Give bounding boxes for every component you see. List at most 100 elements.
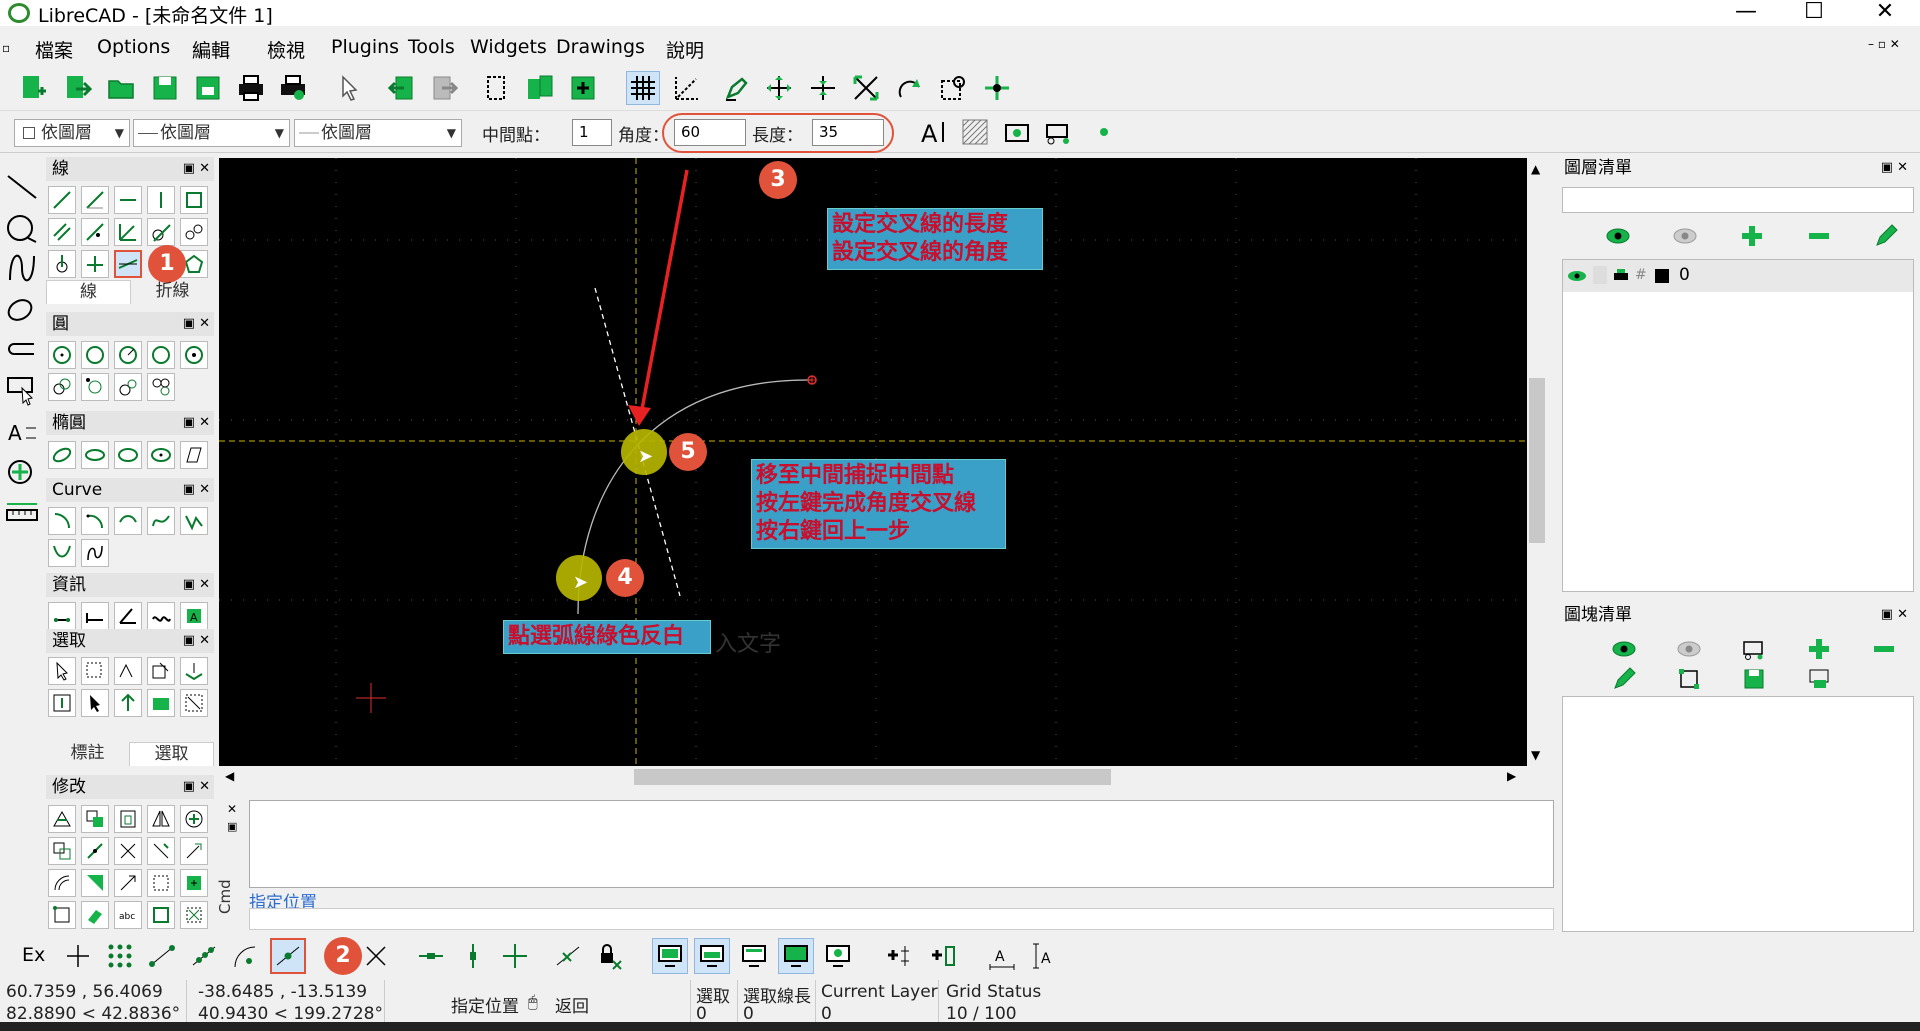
- redo-icon[interactable]: [428, 71, 462, 105]
- menu-file[interactable]: 檔案: [35, 36, 73, 63]
- polyline-category-icon[interactable]: [4, 332, 42, 368]
- line-parallel-through-icon[interactable]: [81, 218, 109, 246]
- line-2points-icon[interactable]: [48, 186, 76, 214]
- add-layer-icon[interactable]: [1735, 221, 1769, 251]
- entity-text-icon[interactable]: [147, 901, 175, 929]
- line-rel-angle-icon[interactable]: [114, 250, 142, 278]
- layer-color-swatch[interactable]: [1655, 269, 1669, 283]
- line-horizontal-icon[interactable]: [114, 186, 142, 214]
- menu-view[interactable]: 檢視: [267, 36, 305, 63]
- edit-block-icon[interactable]: [1672, 664, 1706, 694]
- rotate2-icon[interactable]: [48, 837, 76, 865]
- line-vertical-icon[interactable]: [147, 186, 175, 214]
- view-display-1-icon[interactable]: [652, 938, 688, 974]
- save-as-icon[interactable]: [191, 71, 225, 105]
- curve-category-icon[interactable]: [4, 250, 42, 286]
- circle-tangent-radius-icon[interactable]: [114, 373, 142, 401]
- scale-icon[interactable]: [114, 805, 142, 833]
- mirror-icon[interactable]: [147, 805, 175, 833]
- distance-icon[interactable]: [48, 602, 76, 630]
- arc-3points-icon[interactable]: [81, 507, 109, 535]
- restrict-vertical-icon[interactable]: [455, 938, 491, 974]
- ellipse-axis-icon[interactable]: [48, 441, 76, 469]
- lengthen-icon[interactable]: [147, 837, 175, 865]
- circle-center-point-icon[interactable]: [48, 341, 76, 369]
- print-preview-icon[interactable]: [276, 71, 310, 105]
- linetype-combo[interactable]: 依圖層 ▼: [133, 119, 290, 147]
- cut-icon[interactable]: [480, 71, 514, 105]
- copy-icon[interactable]: [523, 71, 557, 105]
- select-contour-icon[interactable]: [114, 657, 142, 685]
- view-display-2-icon[interactable]: [694, 938, 730, 974]
- modify-category-icon[interactable]: [4, 454, 42, 490]
- insert-block-icon[interactable]: [1802, 664, 1836, 694]
- ellipse-inscribed-icon[interactable]: [180, 441, 208, 469]
- line-tangent-icon[interactable]: [147, 218, 175, 246]
- show-all-blocks-icon[interactable]: [1607, 634, 1641, 664]
- select-window-all-icon[interactable]: [147, 689, 175, 717]
- attributes-icon[interactable]: [48, 901, 76, 929]
- print-icon[interactable]: [234, 71, 268, 105]
- circle-3points-icon[interactable]: [147, 341, 175, 369]
- distance-entity-icon[interactable]: [81, 602, 109, 630]
- open-file-icon[interactable]: [104, 71, 138, 105]
- text-style-icon[interactable]: A: [916, 115, 950, 149]
- mdi-controls[interactable]: – ▫ ✕: [1868, 37, 1900, 51]
- view-display-3-icon[interactable]: [736, 938, 772, 974]
- grid-toggle-icon[interactable]: [626, 71, 660, 105]
- trim2-icon[interactable]: [114, 837, 142, 865]
- add-leader-icon[interactable]: [926, 938, 962, 974]
- select-category-icon[interactable]: [4, 372, 42, 408]
- select-layer-icon[interactable]: [180, 657, 208, 685]
- deselect-all-icon[interactable]: [48, 689, 76, 717]
- zoom-out-icon[interactable]: [806, 71, 840, 105]
- parabola-icon[interactable]: [48, 539, 76, 567]
- rename-block-icon[interactable]: [1607, 664, 1641, 694]
- circle-center-radius-icon[interactable]: [81, 341, 109, 369]
- menu-drawings[interactable]: Drawings: [556, 36, 645, 58]
- scroll-left-icon[interactable]: ◀: [225, 769, 234, 783]
- command-input[interactable]: [249, 908, 1554, 930]
- line-perpendicular-icon[interactable]: [81, 250, 109, 278]
- select-single-icon[interactable]: [48, 657, 76, 685]
- new-file-icon[interactable]: [16, 71, 50, 105]
- image-icon[interactable]: [1000, 115, 1034, 149]
- spline-icon[interactable]: [147, 507, 175, 535]
- zoom-window-icon[interactable]: [937, 71, 971, 105]
- select-all-icon[interactable]: [114, 689, 142, 717]
- eraser-icon[interactable]: [81, 901, 109, 929]
- vertical-scrollbar[interactable]: ▲ ▼: [1527, 158, 1547, 766]
- snap-center-icon[interactable]: [228, 938, 264, 974]
- layer-print-icon[interactable]: [1613, 267, 1629, 288]
- set-relative-zero-icon[interactable]: [550, 938, 586, 974]
- block-insert-icon[interactable]: [1042, 115, 1076, 149]
- circle-tangent-2-icon[interactable]: [48, 373, 76, 401]
- line-tangent-2circles-icon[interactable]: [180, 218, 208, 246]
- bevel-icon[interactable]: [48, 869, 76, 897]
- menu-edit[interactable]: 編輯: [192, 36, 230, 63]
- point-icon[interactable]: [1100, 128, 1108, 136]
- linewidth-combo[interactable]: 依圖層 ▼: [294, 119, 462, 147]
- hide-all-blocks-icon[interactable]: [1672, 634, 1706, 664]
- horizontal-scrollbar[interactable]: ◀ ▶: [219, 766, 1547, 788]
- trim-icon[interactable]: [81, 837, 109, 865]
- arc-tangential-icon[interactable]: [114, 507, 142, 535]
- hide-all-layers-icon[interactable]: [1668, 221, 1702, 251]
- ellipse-4points-icon[interactable]: [147, 441, 175, 469]
- midpoints-spinbox[interactable]: 1: [572, 119, 612, 146]
- view-display-5-icon[interactable]: [820, 938, 856, 974]
- redraw-icon[interactable]: [720, 71, 754, 105]
- circle-category-icon[interactable]: [4, 210, 42, 246]
- zoom-pan-icon[interactable]: [980, 71, 1014, 105]
- tab-select[interactable]: 選取: [129, 742, 214, 766]
- hatch-icon[interactable]: [958, 115, 992, 149]
- line-angle-icon[interactable]: [81, 186, 109, 214]
- dim-horizontal-icon[interactable]: A: [984, 938, 1020, 974]
- paste-icon[interactable]: [566, 71, 600, 105]
- menu-widgets[interactable]: Widgets: [470, 36, 547, 58]
- invert-selection-icon[interactable]: [81, 689, 109, 717]
- zoom-previous-icon[interactable]: [893, 71, 927, 105]
- rectangle-icon[interactable]: [180, 186, 208, 214]
- dimension-category-icon[interactable]: A: [4, 414, 42, 450]
- zoom-auto-icon[interactable]: [849, 71, 883, 105]
